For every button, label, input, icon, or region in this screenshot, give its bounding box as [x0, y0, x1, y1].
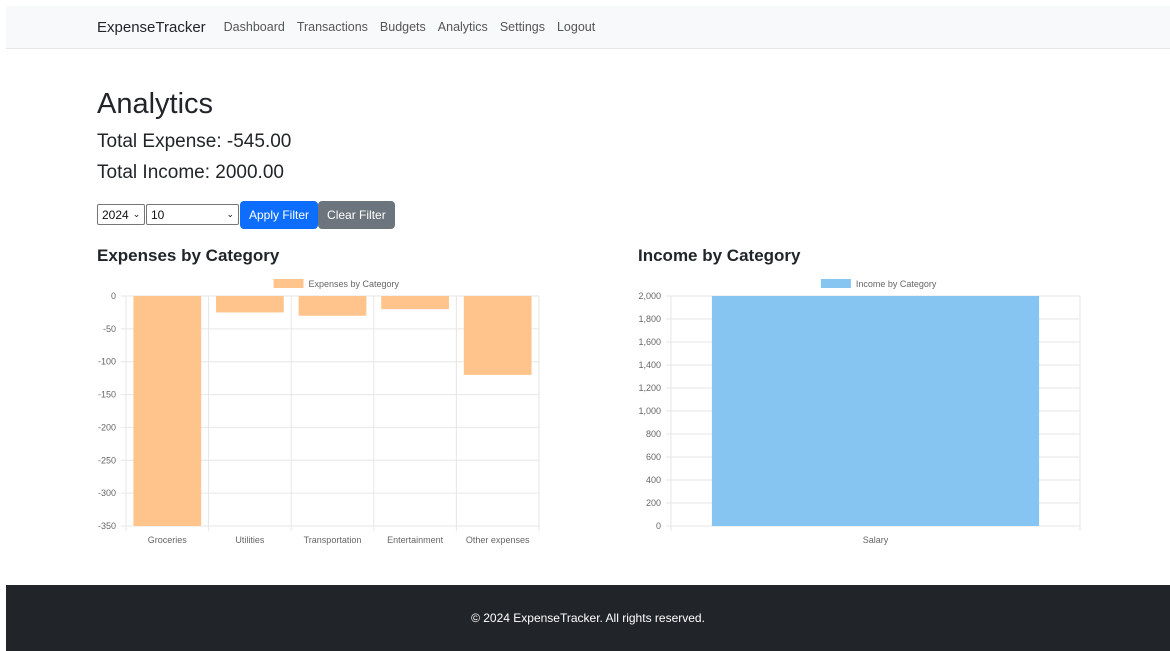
y-tick-label: 1,200	[638, 383, 661, 393]
apply-filter-button[interactable]: Apply Filter	[240, 200, 319, 229]
y-tick-label: 1,400	[638, 360, 661, 370]
legend-swatch	[273, 279, 304, 288]
y-tick-label: -50	[103, 324, 116, 334]
y-tick-label: 1,600	[638, 337, 661, 347]
y-tick-label: -150	[98, 390, 116, 400]
legend-swatch	[820, 279, 851, 288]
y-tick-label: 400	[646, 475, 661, 485]
legend-label: Expenses by Category	[309, 279, 400, 289]
filter-bar: 2024 ⌄ 10 ⌄ Apply Filter Clear Filter	[97, 200, 395, 229]
nav-link-budgets[interactable]: Budgets	[380, 20, 426, 34]
bar	[133, 296, 202, 526]
nav-link-analytics[interactable]: Analytics	[438, 20, 488, 34]
chevron-down-icon: ⌄	[132, 209, 141, 219]
chevron-down-icon: ⌄	[226, 209, 234, 219]
nav-link-dashboard[interactable]: Dashboard	[224, 20, 285, 34]
footer-text: © 2024 ExpenseTracker. All rights reserv…	[471, 611, 705, 625]
y-tick-label: 1,000	[638, 406, 661, 416]
x-tick-label: Entertainment	[387, 535, 444, 545]
income-chart-heading: Income by Category	[638, 246, 801, 265]
total-income: Total Income: 2000.00	[97, 162, 284, 183]
y-tick-label: 0	[656, 521, 661, 531]
bar	[298, 296, 367, 316]
y-tick-label: -300	[98, 488, 116, 498]
page: ExpenseTracker Dashboard Transactions Bu…	[0, 0, 1170, 651]
bar	[216, 296, 284, 313]
y-tick-label: 2,000	[638, 291, 661, 301]
y-tick-label: 600	[646, 452, 661, 462]
year-select[interactable]: 2024 ⌄	[97, 204, 145, 225]
bar	[381, 296, 449, 310]
y-tick-label: -200	[98, 422, 116, 432]
nav-link-logout[interactable]: Logout	[557, 20, 595, 34]
legend-label: Income by Category	[856, 279, 937, 289]
x-tick-label: Other expenses	[466, 535, 530, 545]
y-tick-label: -100	[98, 357, 116, 367]
y-tick-label: 1,800	[638, 314, 661, 324]
expenses-chart: 0 -50 -100 -150 -200 -250 -300 -350 Groceries Uti…	[98, 279, 540, 545]
total-expense: Total Expense: -545.00	[97, 131, 292, 152]
bar	[463, 296, 532, 375]
year-select-value: 2024	[102, 207, 129, 222]
footer: © 2024 ExpenseTracker. All rights reserv…	[6, 585, 1170, 651]
expenses-chart-heading: Expenses by Category	[97, 246, 280, 265]
income-chart: 0 200 400 600 800 1,000 1,200 1,400 1,600 1,800 2,…	[638, 279, 1081, 545]
y-tick-label: -250	[98, 455, 116, 465]
page-title: Analytics	[97, 88, 214, 120]
nav-link-transactions[interactable]: Transactions	[297, 20, 368, 34]
month-select-value: 10	[151, 207, 165, 222]
bar	[711, 296, 1040, 526]
brand-link[interactable]: ExpenseTracker	[97, 19, 206, 36]
month-select[interactable]: 10 ⌄	[146, 204, 239, 225]
x-tick-label: Utilities	[235, 535, 265, 545]
x-tick-label: Transportation	[304, 535, 362, 545]
nav-link-settings[interactable]: Settings	[500, 20, 545, 34]
clear-filter-button[interactable]: Clear Filter	[318, 200, 395, 229]
navbar: ExpenseTracker Dashboard Transactions Bu…	[6, 6, 1170, 49]
y-tick-label: 0	[111, 291, 116, 301]
x-tick-label: Groceries	[148, 535, 188, 545]
y-tick-label: -350	[98, 521, 116, 531]
y-tick-label: 800	[646, 429, 661, 439]
y-tick-label: 200	[646, 498, 661, 508]
x-tick-label: Salary	[863, 535, 889, 545]
